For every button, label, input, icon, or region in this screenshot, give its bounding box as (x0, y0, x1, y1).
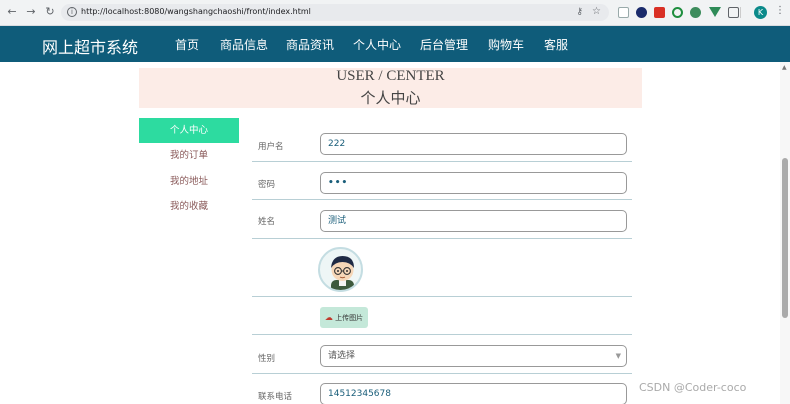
gender-select[interactable]: 请选择 ▼ (320, 345, 627, 367)
password-label: 密码 (258, 180, 276, 190)
user-avatar (318, 247, 363, 292)
bookmark-star-icon[interactable]: ☆ (592, 6, 601, 17)
extensions-puzzle-icon[interactable] (728, 7, 739, 18)
banner-title-en: USER / CENTER (336, 68, 445, 84)
site-header: 网上超市系统 首页 商品信息 商品资讯 个人中心 后台管理 购物车 客服 (0, 26, 790, 67)
banner-title-cn: 个人中心 (360, 91, 421, 107)
nav-admin[interactable]: 后台管理 (420, 36, 468, 53)
sidebar-item-orders[interactable]: 我的订单 (139, 143, 239, 168)
password-input[interactable]: ••• (320, 172, 627, 194)
extension-globe-icon[interactable] (690, 7, 701, 18)
row-divider (252, 296, 632, 297)
browser-toolbar: ← → ↻ i http://localhost:8080/wangshangc… (0, 0, 790, 26)
profile-avatar[interactable]: K (754, 6, 767, 19)
cartoon-boy-avatar-icon (331, 256, 354, 290)
extension-check-icon[interactable] (636, 7, 647, 18)
nav-user-center[interactable]: 个人中心 (350, 36, 404, 67)
page-scrollbar[interactable]: ▲ (780, 62, 790, 404)
csdn-watermark: CSDN @Coder-coco (639, 381, 747, 394)
extension-vue-icon[interactable] (709, 7, 721, 17)
site-info-icon[interactable]: i (67, 7, 77, 17)
site-title: 网上超市系统 (42, 38, 139, 57)
name-label: 姓名 (258, 217, 276, 227)
back-icon[interactable]: ← (5, 5, 19, 19)
row-divider (252, 161, 632, 162)
toolbar-divider (740, 7, 741, 18)
nav-home[interactable]: 首页 (175, 36, 199, 53)
row-divider (252, 334, 632, 335)
address-bar[interactable]: i http://localhost:8080/wangshangchaoshi… (61, 4, 609, 21)
phone-label: 联系电话 (258, 392, 293, 402)
forward-icon[interactable]: → (24, 5, 38, 19)
sidebar-item-favorites[interactable]: 我的收藏 (139, 194, 239, 219)
extension-circle-icon[interactable] (672, 7, 683, 18)
nav-products[interactable]: 商品信息 (220, 36, 268, 53)
row-divider (252, 238, 632, 239)
reload-icon[interactable]: ↻ (43, 5, 57, 19)
chevron-down-icon[interactable]: ▼ (616, 346, 621, 366)
menu-kebab-icon[interactable]: ⋮ (775, 5, 785, 16)
upload-cloud-icon: ☁ (324, 313, 333, 322)
nav-news[interactable]: 商品资讯 (286, 36, 334, 53)
sidebar-item-user-center[interactable]: 个人中心 (139, 118, 239, 143)
username-label: 用户名 (258, 142, 284, 152)
sidebar-item-address[interactable]: 我的地址 (139, 169, 239, 194)
gender-select-value: 请选择 (328, 351, 356, 361)
nav-service[interactable]: 客服 (544, 36, 568, 53)
gender-label: 性别 (258, 354, 276, 364)
nav-cart[interactable]: 购物车 (488, 36, 524, 53)
upload-button-label: 上传图片 (335, 314, 364, 322)
password-key-icon[interactable]: ⚷ (576, 7, 583, 17)
username-input[interactable]: 222 (320, 133, 627, 155)
page-banner: USER / CENTER 个人中心 (139, 68, 642, 108)
name-input[interactable]: 测试 (320, 210, 627, 232)
scroll-up-icon[interactable]: ▲ (782, 64, 787, 71)
extension-pdf-icon[interactable] (654, 7, 665, 18)
phone-input[interactable]: 14512345678 (320, 383, 627, 404)
upload-image-button[interactable]: ☁ 上传图片 (320, 307, 368, 328)
scroll-thumb[interactable] (782, 158, 788, 318)
address-url[interactable]: http://localhost:8080/wangshangchaoshi/f… (81, 7, 311, 16)
row-divider (252, 199, 632, 200)
row-divider (252, 373, 632, 374)
extension-icon[interactable] (618, 7, 629, 18)
